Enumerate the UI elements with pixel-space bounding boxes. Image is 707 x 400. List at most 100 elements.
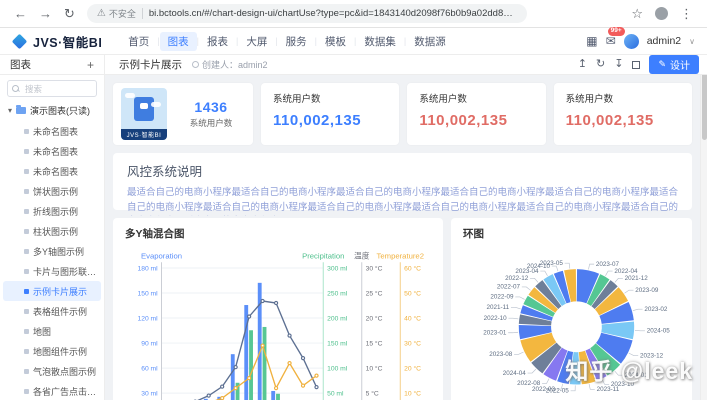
apps-grid-icon[interactable]: ▦: [586, 34, 597, 48]
bar-Evaporation: [231, 354, 235, 400]
refresh-icon[interactable]: ↻: [596, 59, 605, 70]
upload-icon[interactable]: ↥: [578, 59, 587, 70]
sidebar-folder[interactable]: ▾ 演示图表(只读): [0, 97, 104, 121]
sidebar-item[interactable]: 表格组件示例: [3, 301, 101, 321]
charts-row: 多Y轴混合图 Evaporation180 ml150 ml120 ml90 m…: [113, 218, 692, 400]
risk-body: 最适合自己的电商小程序最适合自己的电商小程序最适合自己的电商小程序最适合自己的电…: [127, 186, 678, 216]
stat-label: 系统用户数: [566, 91, 680, 105]
label-line: [540, 271, 547, 276]
bar-Precipitation: [276, 394, 280, 400]
axis-tick-label: 150 ml: [327, 340, 348, 347]
stat-value: 110,002,135: [419, 112, 533, 129]
label-line: [605, 271, 612, 276]
donut-label: 2023-02: [644, 306, 668, 313]
sidebar-item[interactable]: 卡片与图形联动示例: [3, 261, 101, 281]
add-chart-button[interactable]: +: [87, 59, 94, 71]
nav-item-6[interactable]: 模板: [317, 32, 354, 51]
axis-name: Temperature2: [377, 251, 424, 260]
back-icon[interactable]: ←: [14, 6, 27, 21]
axis-name: Evaporation: [141, 251, 182, 260]
sidebar-item[interactable]: 饼状图示例: [3, 181, 101, 201]
nav-item-3[interactable]: 报表: [199, 32, 236, 51]
axis-tick-label: 60 ml: [141, 366, 158, 373]
forward-icon[interactable]: →: [39, 6, 52, 21]
sidebar-item[interactable]: 未命名图表: [3, 161, 101, 181]
donut-label: 2024-04: [503, 370, 527, 377]
nav-item-7[interactable]: 数据集: [356, 32, 404, 51]
nav-item-4[interactable]: 大屏: [238, 32, 275, 51]
axis-tick-label: 25 °C: [366, 289, 383, 297]
user-avatar[interactable]: [624, 34, 639, 49]
donut-chart[interactable]: 2023-072022-042021-122023-092023-022024-…: [461, 245, 682, 400]
axis-tick-label: 30 °C: [404, 339, 421, 347]
multi-axis-chart[interactable]: Evaporation180 ml150 ml120 ml90 ml60 ml3…: [123, 245, 433, 400]
search-icon: [12, 85, 20, 93]
sidebar-item[interactable]: 柱状图示例: [3, 221, 101, 241]
browser-menu-icon[interactable]: ⋮: [680, 6, 693, 22]
sidebar-item-label: 表格组件示例: [33, 305, 87, 318]
stat-card: 系统用户数110,002,135: [554, 83, 692, 145]
nav-item-5[interactable]: 服务: [278, 32, 315, 51]
notifications-button[interactable]: ✉ 99+: [606, 32, 616, 50]
nav-item-8[interactable]: 数据源: [406, 32, 454, 51]
sidebar-item[interactable]: 各省广告点击量对比分析: [3, 381, 101, 400]
sidebar-item[interactable]: 地图: [3, 321, 101, 341]
sidebar-item-label: 折线图示例: [33, 205, 78, 218]
label-line: [515, 297, 524, 300]
axis-tick-label: 20 °C: [366, 314, 383, 322]
label-line: [625, 290, 634, 293]
message-icon: ✉: [606, 34, 616, 48]
axis-tick-label: 50 ml: [327, 391, 344, 398]
address-bar[interactable]: ⚠ 不安全 bi.bctools.cn/#/chart-design-ui/ch…: [87, 4, 527, 23]
security-label: 不安全: [109, 7, 136, 20]
sidebar-item[interactable]: 地图组件示例: [3, 341, 101, 361]
chart-item-icon: [24, 289, 29, 294]
axis-tick-label: 10 °C: [404, 390, 421, 398]
sidebar-item-label: 未命名图表: [33, 165, 78, 178]
point-温度: [207, 394, 210, 397]
chevron-down-icon[interactable]: ∨: [689, 37, 695, 46]
donut-label: 2023-05: [540, 260, 564, 267]
user-name[interactable]: admin2: [647, 35, 681, 47]
page-scrollbar[interactable]: [700, 28, 707, 400]
axis-tick-label: 10 °C: [366, 365, 383, 373]
browser-profile-avatar[interactable]: [655, 7, 668, 20]
stat-value: 110,002,135: [273, 112, 387, 129]
sidebar-item[interactable]: 气泡散点图示例: [3, 361, 101, 381]
browser-window: ← → ↻ ⚠ 不安全 bi.bctools.cn/#/chart-design…: [0, 0, 707, 400]
point-温度: [234, 366, 237, 369]
chart-item-icon: [24, 129, 29, 134]
sidebar-item[interactable]: 示例卡片展示: [3, 281, 101, 301]
sidebar-item[interactable]: 折线图示例: [3, 201, 101, 221]
sidebar-item-label: 气泡散点图示例: [33, 365, 96, 378]
sidebar-item-label: 各省广告点击量对比分析: [33, 385, 97, 398]
axis-tick-label: 30 °C: [366, 264, 383, 272]
reload-icon[interactable]: ↻: [64, 6, 75, 22]
download-icon[interactable]: ↧: [614, 59, 623, 70]
donut-label: 2024-01: [625, 372, 649, 379]
sidebar-item[interactable]: 未命名图表: [3, 141, 101, 161]
axis-tick-label: 150 ml: [137, 290, 158, 297]
label-line: [589, 384, 595, 389]
nav-item-1[interactable]: 首页: [120, 32, 157, 51]
design-button[interactable]: ✎ 设计: [649, 55, 699, 74]
sidebar-item[interactable]: 多Y轴图示例: [3, 241, 101, 261]
nav-item-2[interactable]: 图表: [160, 32, 197, 51]
cloud-shape: [151, 102, 161, 107]
search-input[interactable]: [23, 83, 92, 95]
bookmark-star-icon[interactable]: ☆: [631, 6, 643, 22]
image-caption: JVS·智能BI: [121, 129, 167, 140]
sidebar-item[interactable]: 未命名图表: [3, 121, 101, 141]
sidebar-search[interactable]: [7, 80, 97, 97]
point-Temperature2: [248, 377, 251, 380]
point-温度: [315, 386, 318, 389]
donut-label: 2022-10: [484, 315, 508, 322]
app-logo[interactable]: JVS·智能BI: [12, 32, 102, 51]
creator-icon: [192, 61, 199, 68]
chart-item-icon: [24, 369, 29, 374]
panel-title: 图表: [10, 57, 31, 72]
axis-tick-label: 250 ml: [327, 290, 348, 297]
edit-icon: ✎: [658, 59, 666, 70]
fullscreen-icon[interactable]: [632, 61, 640, 69]
label-line: [571, 385, 576, 390]
